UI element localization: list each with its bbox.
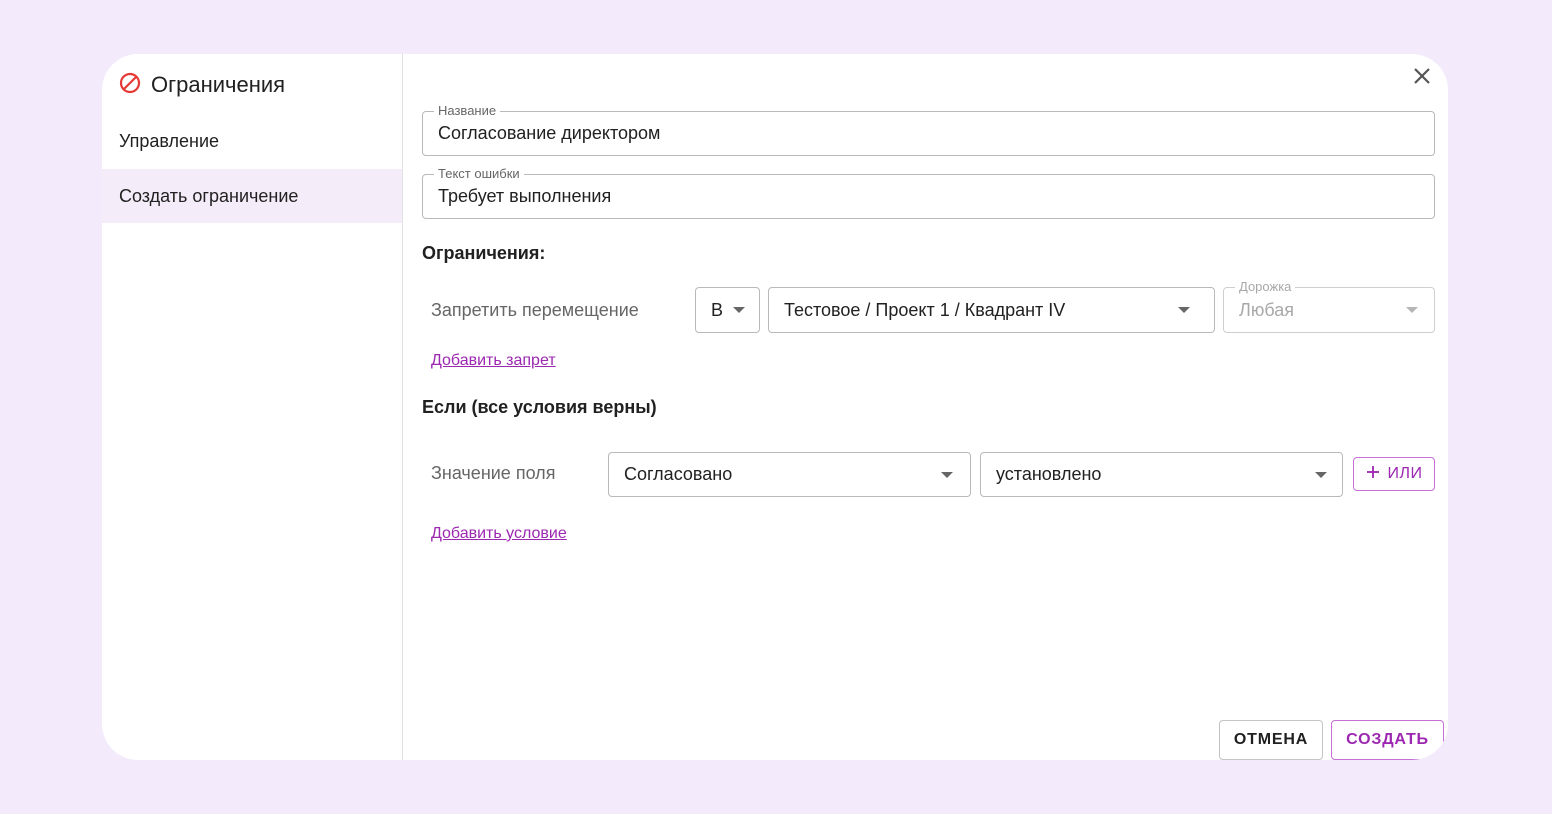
direction-select[interactable]: В (695, 287, 760, 333)
sidebar-title: Ограничения (151, 72, 286, 97)
add-or-button[interactable]: ИЛИ (1353, 457, 1435, 491)
condition-field-select[interactable]: Согласовано (608, 452, 971, 497)
sidebar-item-create-constraint[interactable]: Создать ограничение (102, 169, 402, 223)
add-condition-link[interactable]: Добавить условие (431, 525, 567, 543)
sidebar-header: Ограничения (119, 68, 285, 102)
restrictions-title: Ограничения: (422, 243, 546, 263)
conditions-title: Если (все условия верны) (422, 397, 657, 417)
chevron-down-icon (941, 471, 953, 478)
create-button[interactable]: СОЗДАТЬ (1331, 720, 1444, 760)
chevron-down-icon (733, 307, 745, 313)
name-field[interactable]: Название Согласование директором (422, 103, 1435, 156)
lane-select-value: Любая (1239, 299, 1294, 320)
target-select[interactable]: Тестовое / Проект 1 / Квадрант IV (768, 287, 1215, 333)
restriction-row-label: Запретить перемещение (431, 300, 639, 320)
lane-select[interactable]: Дорожка Любая (1223, 279, 1435, 333)
plus-icon (1366, 465, 1380, 484)
main-panel: Название Согласование директором Текст о… (404, 54, 1448, 760)
constraints-dialog: Ограничения Управление Создать ограничен… (102, 54, 1448, 760)
chevron-down-icon (1315, 471, 1327, 478)
condition-operator-select[interactable]: установлено (980, 452, 1343, 497)
add-restriction-link[interactable]: Добавить запрет (431, 352, 556, 370)
condition-field-value: Согласовано (624, 464, 733, 484)
error-text-field[interactable]: Текст ошибки Требует выполнения (422, 166, 1435, 219)
name-field-value: Согласование директором (438, 123, 661, 143)
direction-select-value: В (711, 299, 724, 320)
error-text-value: Требует выполнения (438, 186, 612, 206)
chevron-down-icon (1406, 307, 1418, 313)
sidebar-item-management[interactable]: Управление (102, 114, 402, 168)
chevron-down-icon (1178, 307, 1190, 313)
prohibit-icon (119, 72, 141, 99)
close-icon[interactable] (1410, 64, 1434, 88)
target-select-value: Тестовое / Проект 1 / Квадрант IV (784, 299, 1066, 320)
condition-row-label: Значение поля (431, 463, 556, 483)
condition-operator-value: установлено (996, 464, 1102, 484)
or-button-label: ИЛИ (1387, 465, 1423, 482)
sidebar: Ограничения Управление Создать ограничен… (102, 54, 403, 760)
cancel-button[interactable]: ОТМЕНА (1219, 720, 1323, 760)
